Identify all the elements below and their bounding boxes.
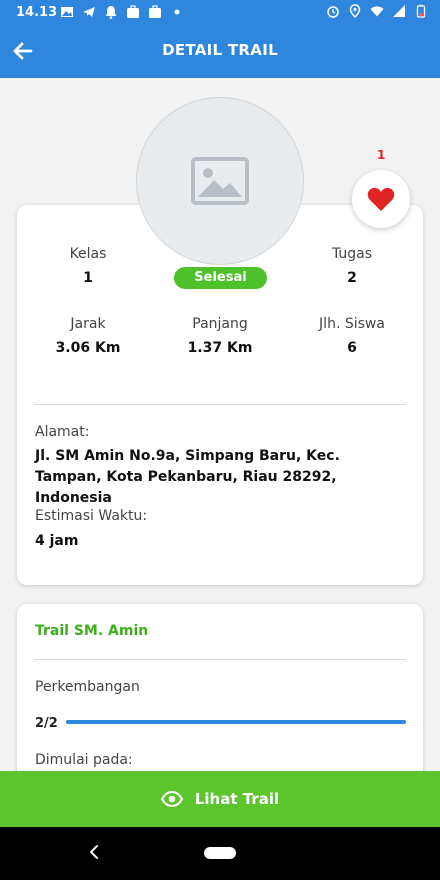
started-label: Dimulai pada: — [35, 752, 133, 768]
estimate-label: Estimasi Waktu: — [35, 508, 148, 524]
like-button[interactable] — [352, 170, 410, 228]
chevron-left-icon — [90, 845, 98, 859]
status-bar: 14.13 — [0, 0, 440, 26]
estimate-value: 4 jam — [35, 533, 79, 549]
briefcase-icon — [149, 5, 161, 18]
progress-count: 2/2 — [35, 716, 58, 731]
page-title: DETAIL TRAIL — [162, 41, 278, 59]
stat-tugas-value: 2 — [347, 270, 357, 286]
status-left-icons — [60, 5, 184, 19]
dot-icon — [174, 9, 180, 15]
gallery-icon — [61, 7, 73, 17]
stat-panjang-label: Panjang — [192, 316, 248, 332]
system-back-button[interactable] — [86, 843, 102, 865]
briefcase-icon — [127, 5, 139, 18]
stat-jarak-label: Jarak — [70, 316, 106, 332]
stat-jlh-siswa: Jlh. Siswa 6 — [292, 316, 412, 356]
stat-jlh-siswa-value: 6 — [347, 340, 357, 356]
location-icon — [349, 4, 361, 18]
telegram-icon — [83, 7, 95, 17]
status-time: 14.13 — [16, 5, 58, 20]
stat-panjang-value: 1.37 Km — [187, 340, 253, 356]
address-value: Jl. SM Amin No.9a, Simpang Baru, Kec. Ta… — [35, 448, 340, 506]
progress-label: Perkembangan — [35, 679, 140, 695]
stat-panjang: Panjang 1.37 Km — [160, 316, 280, 356]
stat-jlh-siswa-label: Jlh. Siswa — [319, 316, 385, 332]
stat-kelas-label: Kelas — [69, 246, 107, 262]
system-nav-bar — [0, 827, 440, 880]
signal-icon — [393, 5, 405, 17]
stat-tugas: Tugas 2 — [292, 246, 412, 286]
stat-tugas-label: Tugas — [331, 246, 373, 262]
stat-kelas-value: 1 — [83, 270, 93, 286]
alarm-icon — [327, 6, 339, 18]
system-home-button[interactable] — [204, 847, 236, 859]
progress-bar-fill — [66, 720, 406, 724]
wifi-icon — [370, 6, 384, 17]
status-right-icons — [326, 4, 428, 18]
stat-jarak: Jarak 3.06 Km — [28, 316, 148, 356]
battery-icon — [416, 4, 426, 18]
view-trail-button[interactable]: Lihat Trail — [0, 771, 440, 827]
status-badge: Selesai — [174, 267, 267, 289]
heart-icon — [367, 187, 395, 211]
address-label: Alamat: — [35, 424, 90, 440]
divider — [34, 659, 406, 660]
progress-bar — [66, 720, 406, 724]
trail-name: Trail SM. Amin — [35, 623, 149, 639]
view-trail-label: Lihat Trail — [194, 790, 280, 808]
image-placeholder-icon — [191, 157, 249, 205]
like-count: 1 — [377, 148, 386, 162]
eye-icon — [160, 791, 183, 807]
notification-bell-icon — [105, 6, 117, 19]
stat-kelas: Kelas 1 — [28, 246, 148, 286]
divider — [34, 404, 406, 405]
app-bar: DETAIL TRAIL — [0, 26, 440, 78]
trail-image-placeholder — [136, 97, 304, 265]
stat-jarak-value: 3.06 Km — [55, 340, 121, 356]
